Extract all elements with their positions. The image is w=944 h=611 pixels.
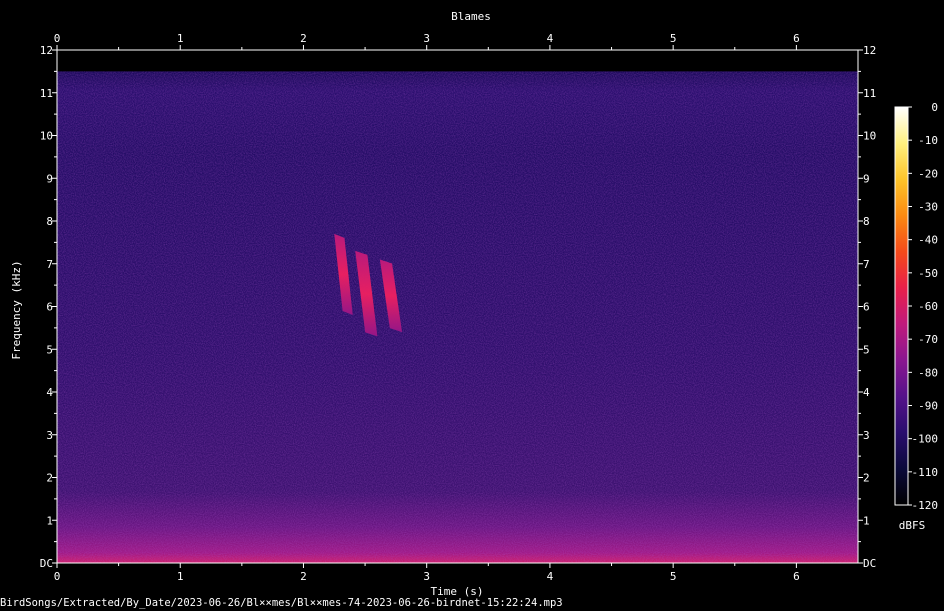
y-tick-label-right: 10 — [863, 130, 876, 143]
chart-title: Blames — [451, 10, 491, 23]
file-path-footer: BirdSongs/Extracted/By_Date/2023-06-26/B… — [0, 597, 563, 609]
y-tick-label-left: 4 — [46, 386, 53, 399]
y-tick-label-right: 11 — [863, 87, 876, 100]
y-tick-label-left: 2 — [46, 472, 53, 485]
y-tick-label-left: 5 — [46, 343, 53, 356]
spectrogram-chart: 00112233445566DC DC1 12 23 34 45 56 67 78 89 910 10… — [10, 10, 939, 598]
x-tick-label-bottom: 4 — [547, 570, 554, 583]
colorbar-tick-label: -100 — [912, 433, 939, 446]
x-tick-label-bottom: 0 — [54, 570, 61, 583]
x-tick-label-top: 1 — [177, 32, 184, 45]
y-tick-label-right: 5 — [863, 343, 870, 356]
y-tick-label-right: 1 — [863, 514, 870, 527]
y-tick-label-left: 12 — [40, 44, 53, 57]
colorbar-tick-label: -90 — [918, 400, 938, 413]
y-tick-label-left: 1 — [46, 514, 53, 527]
y-tick-label-left: DC — [40, 557, 53, 570]
y-axis-label: Frequency (kHz) — [10, 260, 23, 359]
y-tick-label-right: 2 — [863, 472, 870, 485]
spectrogram-top-band — [57, 50, 858, 72]
y-tick-label-left: 11 — [40, 87, 53, 100]
colorbar-tick-label: -30 — [918, 201, 938, 214]
colorbar-label: dBFS — [899, 519, 926, 532]
x-tick-label-bottom: 1 — [177, 570, 184, 583]
y-tick-label-left: 6 — [46, 301, 53, 314]
x-tick-label-top: 5 — [670, 32, 677, 45]
colorbar-tick-label: -60 — [918, 300, 938, 313]
colorbar-tick-label: 0 — [931, 101, 938, 114]
y-tick-label-right: 12 — [863, 44, 876, 57]
x-tick-label-bottom: 5 — [670, 570, 677, 583]
y-tick-label-right: 7 — [863, 258, 870, 271]
colorbar-tick-label: -70 — [918, 333, 938, 346]
y-tick-label-left: 3 — [46, 429, 53, 442]
x-tick-label-top: 0 — [54, 32, 61, 45]
colorbar-tick-label: -80 — [918, 366, 938, 379]
colorbar-tick-label: -20 — [918, 167, 938, 180]
colorbar-gradient — [894, 106, 909, 506]
colorbar-tick-label: -50 — [918, 267, 938, 280]
colorbar-tick-label: -120 — [912, 499, 939, 512]
y-tick-label-right: 8 — [863, 215, 870, 228]
x-tick-label-bottom: 6 — [793, 570, 800, 583]
x-tick-label-top: 4 — [547, 32, 554, 45]
y-tick-label-right: DC — [863, 557, 876, 570]
y-tick-label-left: 9 — [46, 172, 53, 185]
x-tick-label-bottom: 2 — [300, 570, 307, 583]
colorbar-tick-label: -10 — [918, 134, 938, 147]
spectrogram-plot — [57, 50, 858, 563]
x-tick-label-top: 3 — [423, 32, 430, 45]
x-tick-label-bottom: 3 — [423, 570, 430, 583]
y-tick-label-left: 8 — [46, 215, 53, 228]
x-tick-label-top: 6 — [793, 32, 800, 45]
x-tick-label-top: 2 — [300, 32, 307, 45]
y-tick-label-right: 4 — [863, 386, 870, 399]
colorbar-tick-label: -110 — [912, 466, 939, 479]
y-tick-label-right: 3 — [863, 429, 870, 442]
spectrogram-noise — [57, 50, 858, 563]
y-tick-label-right: 9 — [863, 172, 870, 185]
colorbar-tick-label: -40 — [918, 234, 938, 247]
y-tick-label-right: 6 — [863, 301, 870, 314]
y-tick-label-left: 10 — [40, 130, 53, 143]
colorbar: 0 -10 -20 -30 -40 -50 -60 -70 -80 -90 -100 -110 -120 — [894, 101, 939, 512]
y-tick-label-left: 7 — [46, 258, 53, 271]
